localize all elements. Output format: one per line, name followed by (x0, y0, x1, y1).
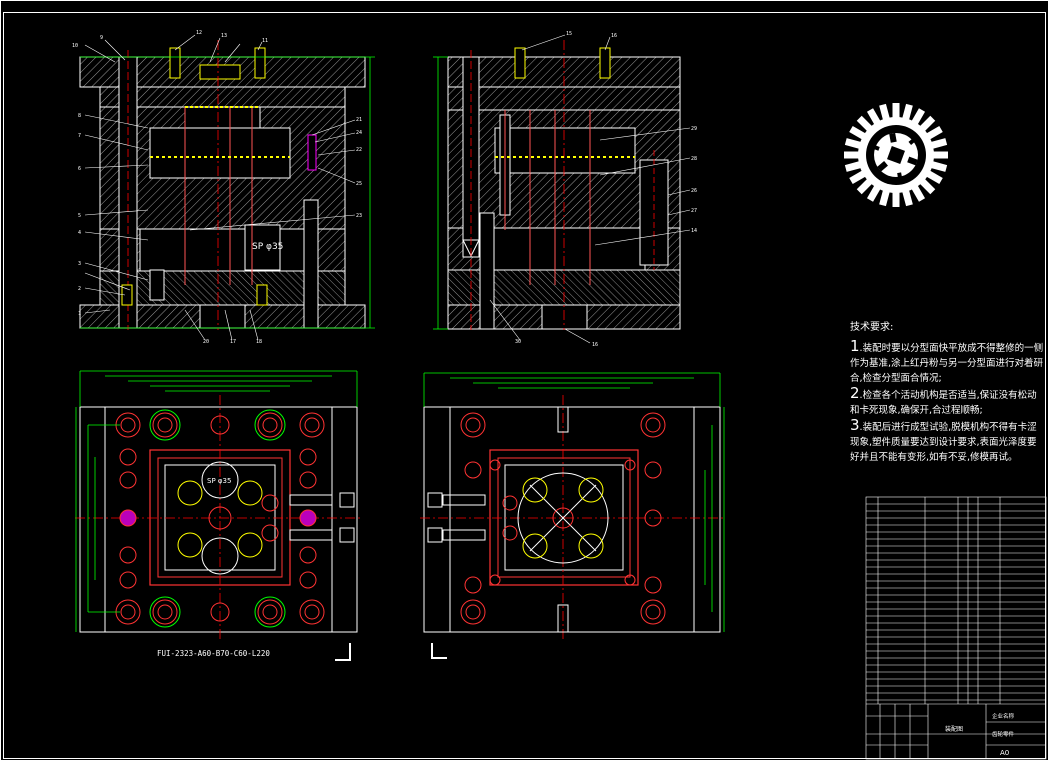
company-name: 企业名称 (992, 712, 1015, 720)
technical-requirements-title: 技术要求: (850, 322, 894, 333)
left-section-view: SP φ35 (79, 40, 366, 330)
svg-text:24: 24 (356, 130, 362, 136)
svg-text:29: 29 (691, 126, 697, 132)
requirement-3: 3.装配后进行成型试验,脱模机构不得有卡涩现象,塑件质量要达到设计要求,表面光泽… (850, 416, 1037, 464)
svg-text:3: 3 (78, 261, 81, 267)
svg-text:27: 27 (691, 208, 697, 214)
svg-text:15: 15 (566, 31, 572, 37)
right-plan-dimensions (423, 372, 725, 632)
gear-tooth (892, 191, 900, 207)
left-plan-dimensions (75, 370, 358, 632)
svg-text:10: 10 (72, 43, 78, 49)
svg-text:9: 9 (100, 35, 103, 41)
svg-text:26: 26 (691, 188, 697, 194)
svg-text:25: 25 (356, 181, 362, 187)
svg-text:4: 4 (78, 230, 81, 236)
technical-requirements: 技术要求: 1.装配时要以分型面快平放成不得整修的一侧作为基准,涂上红丹粉与另一… (850, 320, 1046, 465)
sprue-note-section: SP φ35 (252, 242, 283, 252)
svg-text:22: 22 (356, 147, 362, 153)
svg-text:14: 14 (691, 228, 697, 234)
sheet-size: A0 (1000, 749, 1009, 757)
requirement-1: 1.装配时要以分型面快平放成不得整修的一侧作为基准,涂上红丹粉与另一分型面进行对… (850, 337, 1044, 385)
svg-text:16: 16 (592, 342, 598, 348)
svg-text:23: 23 (356, 213, 362, 219)
sprue-note-plan: SP φ35 (207, 477, 231, 485)
gear-tooth (932, 151, 948, 159)
right-section-view (447, 40, 681, 330)
svg-text:21: 21 (356, 117, 362, 123)
svg-text:30: 30 (515, 339, 521, 345)
svg-text:18: 18 (256, 339, 262, 345)
parts-list-table (865, 496, 1047, 760)
svg-text:6: 6 (78, 166, 81, 172)
svg-text:12: 12 (196, 30, 202, 36)
right-section-dimensions (433, 56, 448, 330)
svg-text:1: 1 (78, 311, 81, 317)
svg-text:28: 28 (691, 156, 697, 162)
svg-text:17: 17 (230, 339, 236, 345)
assembly-code-label: FUI-2323-A60-B70-C60-L220 (157, 649, 270, 658)
gear-tooth (844, 151, 860, 159)
gear-tooth (892, 103, 900, 119)
svg-text:20: 20 (203, 339, 209, 345)
gear-part-icon (844, 103, 948, 207)
svg-text:5: 5 (78, 213, 81, 219)
section-mark-left (335, 643, 351, 661)
right-plan-view (420, 395, 725, 640)
svg-text:11: 11 (262, 38, 268, 44)
svg-text:2: 2 (78, 286, 81, 292)
title-block-name: 装配图 (945, 725, 963, 733)
left-plan-view: SP φ35 (75, 395, 362, 640)
part-name: 齿轮零件 (992, 730, 1015, 738)
section-mark-right (431, 643, 447, 659)
svg-text:13: 13 (221, 33, 227, 39)
requirement-2: 2.检查各个活动机构是否适当,保证没有松动和卡死现象,确保开,合过程顺畅; (850, 384, 1037, 417)
svg-text:16: 16 (611, 33, 617, 39)
svg-text:7: 7 (78, 133, 81, 139)
svg-text:8: 8 (78, 113, 81, 119)
